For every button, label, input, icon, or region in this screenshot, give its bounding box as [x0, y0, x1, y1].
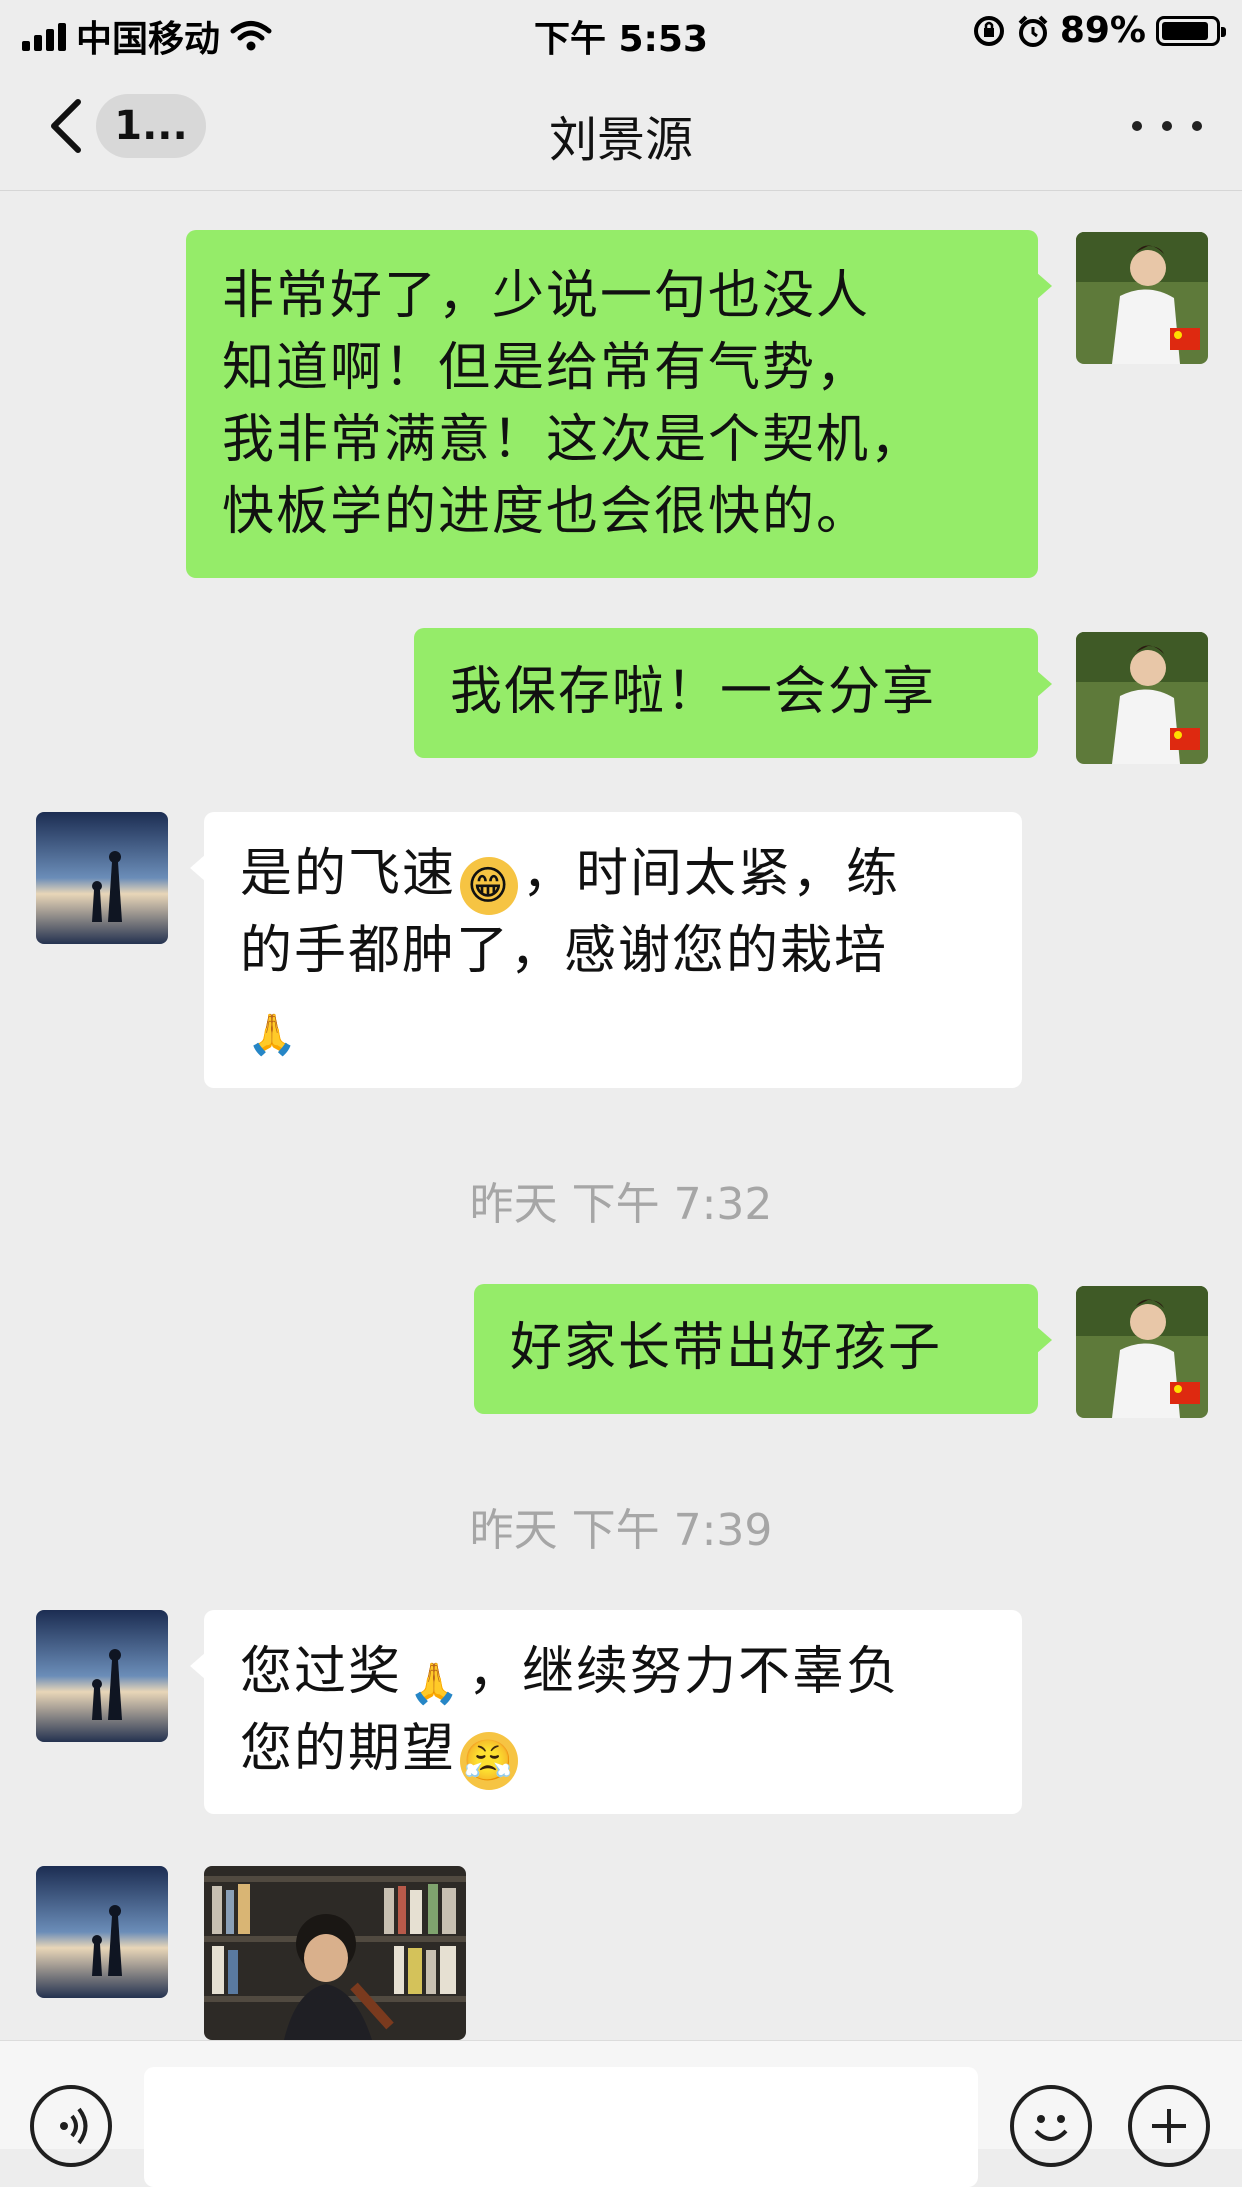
contact-avatar[interactable] [36, 1866, 168, 1998]
my-avatar[interactable] [1076, 1286, 1208, 1418]
message-input[interactable] [144, 2067, 978, 2187]
message-line: 知道啊！但是给常有气势， [222, 338, 871, 398]
praying-hands-emoji-icon: 🙏 [247, 1012, 299, 1058]
message-text: 您过奖 [240, 1642, 403, 1702]
determined-face-emoji-icon: 😤 [460, 1732, 519, 1790]
message-line: 🙏 [240, 987, 986, 1064]
my-avatar[interactable] [1076, 632, 1208, 764]
photo-thumbnail[interactable] [204, 1866, 466, 2040]
message-line: 的手都肿了，感谢您的栽培 [240, 921, 889, 981]
battery-percent: 89% [1059, 10, 1146, 51]
battery-fill [1162, 21, 1209, 40]
message-text: 我保存啦！一会分享 [450, 662, 937, 722]
praying-hands-emoji-icon: 🙏 [409, 1661, 461, 1707]
status-bar: 中国移动 下午 5:53 89% [0, 0, 1242, 64]
message-timestamp: 昨天 下午 7:39 [469, 1505, 773, 1556]
my-message-bubble[interactable]: 非常好了，少说一句也没人 知道啊！但是给常有气势， 我非常满意！这次是个契机， … [186, 230, 1052, 578]
message-line: 是的飞速 😁 ，时间太紧，练 [240, 838, 986, 915]
emoji-icon[interactable] [1010, 2085, 1092, 2167]
voice-icon[interactable] [30, 2085, 112, 2167]
my-message-bubble[interactable]: 好家长带出好孩子 [474, 1284, 1052, 1414]
message-text: 好家长带出好孩子 [510, 1318, 943, 1378]
contact-avatar[interactable] [36, 812, 168, 944]
my-avatar[interactable] [1076, 232, 1208, 364]
battery-icon [1156, 15, 1226, 46]
message-line: 您过奖 🙏 ，继续努力不辜负 [240, 1636, 986, 1713]
chat-header: 1... 刘景源 [0, 64, 1242, 191]
orientation-lock-icon [973, 15, 1004, 46]
message-input-bar [0, 2040, 1242, 2187]
more-dots-icon[interactable] [1132, 104, 1202, 148]
grin-emoji-icon: 😁 [460, 857, 519, 915]
contact-message-bubble[interactable]: 您过奖 🙏 ，继续努力不辜负 您的期望 😤 [190, 1610, 1022, 1814]
message-text: ，时间太紧，练 [522, 844, 901, 904]
chat-title: 刘景源 [548, 112, 693, 168]
message-text: 您的期望 [240, 1719, 457, 1779]
message-timestamp: 昨天 下午 7:32 [469, 1179, 773, 1230]
plus-icon[interactable] [1128, 2085, 1210, 2167]
message-line: 快板学的进度也会很快的。 [222, 482, 871, 542]
message-line: 您的期望 😤 [240, 1713, 986, 1790]
message-text: ，继续努力不辜负 [468, 1642, 901, 1702]
my-message-bubble[interactable]: 我保存啦！一会分享 [414, 628, 1052, 758]
alarm-icon [1018, 15, 1048, 47]
message-line: 我非常满意！这次是个契机， [222, 410, 925, 470]
contact-message-bubble[interactable]: 是的飞速 😁 ，时间太紧，练 的手都肿了，感谢您的栽培 🙏 [190, 812, 1022, 1088]
contact-avatar[interactable] [36, 1610, 168, 1742]
message-line: 非常好了，少说一句也没人 [222, 266, 871, 326]
message-text: 是的飞速 [240, 844, 457, 904]
